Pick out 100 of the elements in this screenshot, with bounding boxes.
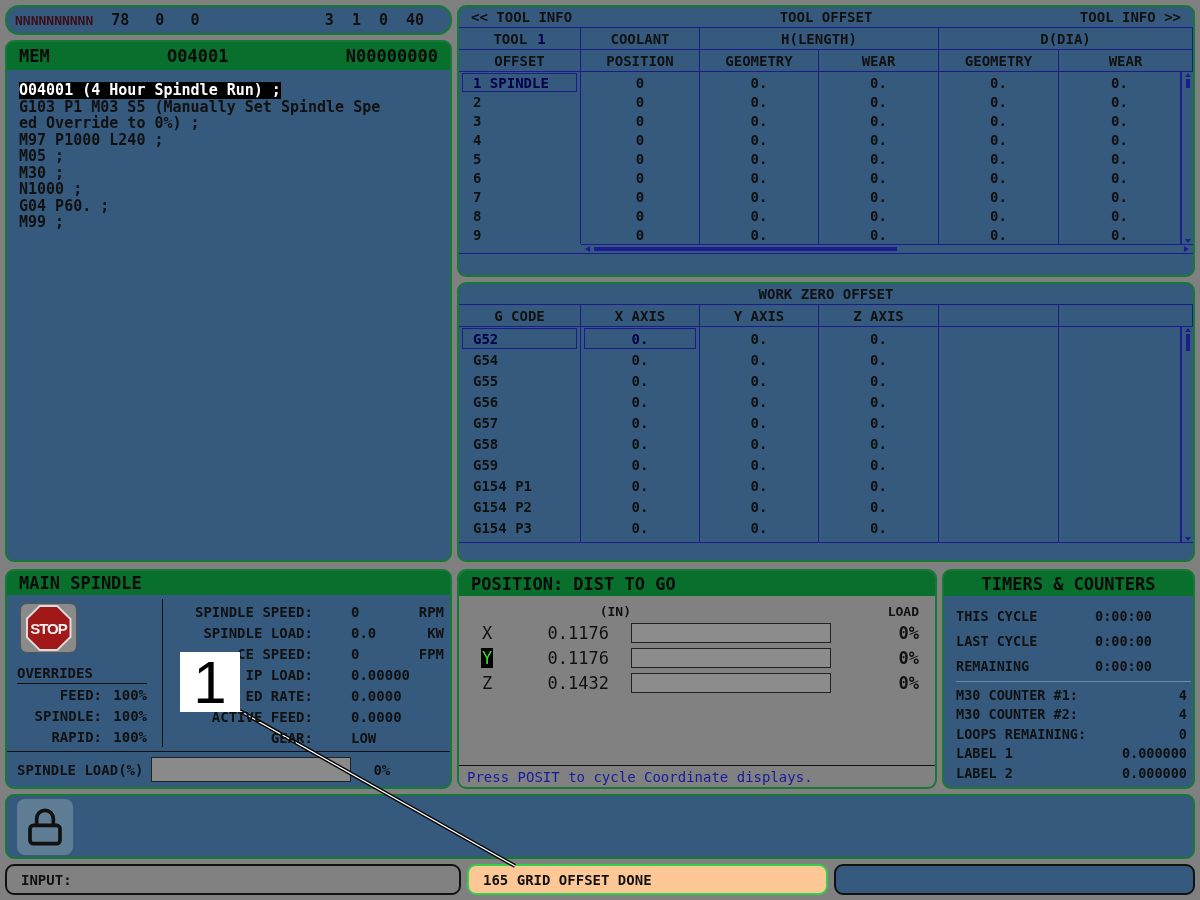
table-cell-text: 0.: [749, 92, 769, 111]
program-line[interactable]: ed Override to 0%) ;: [19, 115, 200, 132]
reading-value: 0.0000: [351, 687, 403, 704]
reading-value: 0.0: [351, 624, 378, 641]
table-cell[interactable]: 4: [462, 130, 577, 149]
table-cell[interactable]: 9: [462, 225, 577, 244]
panel-title: POSITION: DIST TO GO: [471, 573, 676, 594]
table-cell[interactable]: 0.: [703, 412, 815, 433]
table-cell[interactable]: 8: [462, 206, 577, 225]
table-cell[interactable]: 0.: [703, 349, 815, 370]
table-cell[interactable]: 0.: [822, 349, 935, 370]
input-field[interactable]: INPUT:: [5, 864, 461, 895]
table-cell[interactable]: 1 SPINDLE: [462, 73, 577, 92]
lock-button[interactable]: [17, 798, 73, 855]
lock-icon: [25, 806, 65, 847]
table-cell[interactable]: G59: [462, 454, 577, 475]
table-cell[interactable]: 0.: [822, 475, 935, 496]
table-cell[interactable]: 0.: [703, 454, 815, 475]
scroll-down-icon[interactable]: [1183, 238, 1192, 244]
reading-value: LOW: [351, 729, 378, 746]
vertical-scrollbar[interactable]: [1181, 72, 1193, 244]
column-header: Z AXIS: [853, 307, 904, 324]
table-cell[interactable]: 0.: [584, 454, 696, 475]
callout-number: 1: [180, 652, 240, 712]
table-cell[interactable]: 5: [462, 149, 577, 168]
table-cell[interactable]: G52: [462, 328, 577, 349]
override-label: FEED:: [58, 686, 102, 703]
table-cell[interactable]: 0.: [703, 391, 815, 412]
table-cell[interactable]: 0.: [584, 517, 696, 538]
program-line[interactable]: M99 ;: [19, 214, 65, 231]
table-cell[interactable]: 0.: [822, 391, 935, 412]
table-cell-text: 0: [634, 130, 646, 149]
table-cell[interactable]: 0.: [822, 517, 935, 538]
table-cell[interactable]: 2: [462, 92, 577, 111]
table-cell[interactable]: 0.: [822, 454, 935, 475]
column-header: Y AXIS: [733, 307, 785, 324]
tool-info-back-link[interactable]: << TOOL INFO: [471, 9, 573, 25]
table-cell-text: 0: [634, 73, 646, 92]
program-line[interactable]: G103 P1 M03 S5 (Manually Set Spindle Spe: [19, 98, 381, 115]
table-cell[interactable]: 0.: [703, 475, 815, 496]
table-cell[interactable]: G54: [462, 349, 577, 370]
table-cell-text: 0: [634, 168, 646, 187]
table-cell-text: 0.: [749, 225, 769, 244]
table-cell[interactable]: 0.: [703, 496, 815, 517]
vertical-scrollbar[interactable]: [1181, 327, 1193, 542]
table-cell[interactable]: 0.: [703, 328, 815, 349]
program-line[interactable]: M05 ;: [19, 148, 65, 165]
column-header: X AXIS: [614, 307, 666, 324]
table-cell[interactable]: 0.: [584, 391, 696, 412]
table-cell-text: 0.: [869, 149, 888, 168]
table-cell[interactable]: 0.: [584, 412, 696, 433]
table-cell[interactable]: 0.: [584, 475, 696, 496]
table-cell[interactable]: 7: [462, 187, 577, 206]
table-cell[interactable]: 0.: [584, 496, 696, 517]
table-cell-text: 0.: [869, 92, 888, 111]
table-cell[interactable]: 6: [462, 168, 577, 187]
table-cell[interactable]: 0.: [822, 412, 935, 433]
program-line[interactable]: M30 ;: [19, 164, 65, 181]
table-cell[interactable]: 0.: [584, 349, 696, 370]
table-cell-text: 0.: [1110, 111, 1129, 130]
status-value: 0: [190, 11, 200, 29]
table-cell[interactable]: 0.: [822, 433, 935, 454]
table-cell[interactable]: G154 P2: [462, 496, 577, 517]
table-cell[interactable]: G154 P3: [462, 517, 577, 538]
panel-title: WORK ZERO OFFSET: [758, 286, 894, 302]
table-cell[interactable]: 0.: [584, 328, 696, 349]
scroll-up-icon[interactable]: [1183, 327, 1192, 351]
horizontal-scrollbar[interactable]: [581, 244, 1193, 253]
table-cell[interactable]: 3: [462, 111, 577, 130]
scroll-up-icon[interactable]: [1183, 72, 1192, 88]
machine-name: NNNNNNNNNN: [15, 12, 94, 28]
table-cell[interactable]: G154 P1: [462, 475, 577, 496]
program-line[interactable]: G04 P60. ;: [19, 197, 110, 214]
panel-title: TOOL OFFSET: [779, 9, 873, 25]
table-cell-text: 0.: [1110, 130, 1129, 149]
program-line[interactable]: N1000 ;: [19, 181, 83, 198]
table-cell[interactable]: 0.: [822, 328, 935, 349]
axis-label[interactable]: X: [481, 622, 494, 643]
table-cell[interactable]: G57: [462, 412, 577, 433]
table-cell[interactable]: 0.: [584, 433, 696, 454]
scroll-down-icon[interactable]: [1183, 536, 1192, 542]
axis-label[interactable]: Y: [481, 647, 494, 668]
table-cell[interactable]: G56: [462, 391, 577, 412]
stop-button[interactable]: STOP: [20, 603, 77, 653]
axis-value: 0.1432: [546, 672, 610, 693]
table-cell[interactable]: G58: [462, 433, 577, 454]
counter-label: LABEL 2: [956, 764, 1014, 781]
axis-load-reading: 0%: [897, 672, 919, 693]
table-cell[interactable]: 0.: [822, 496, 935, 517]
table-cell[interactable]: 0.: [584, 370, 696, 391]
table-cell[interactable]: 0.: [703, 433, 815, 454]
table-cell[interactable]: G55: [462, 370, 577, 391]
table-cell[interactable]: 0.: [703, 370, 815, 391]
table-cell[interactable]: 0.: [703, 517, 815, 538]
table-cell[interactable]: 0.: [822, 370, 935, 391]
tool-info-next-link[interactable]: TOOL INFO >>: [1079, 9, 1181, 25]
override-value: 100%: [112, 728, 147, 745]
axis-label[interactable]: Z: [481, 672, 494, 693]
table-cell-text: 0.: [869, 225, 888, 244]
program-line[interactable]: M97 P1000 L240 ;: [19, 131, 164, 148]
